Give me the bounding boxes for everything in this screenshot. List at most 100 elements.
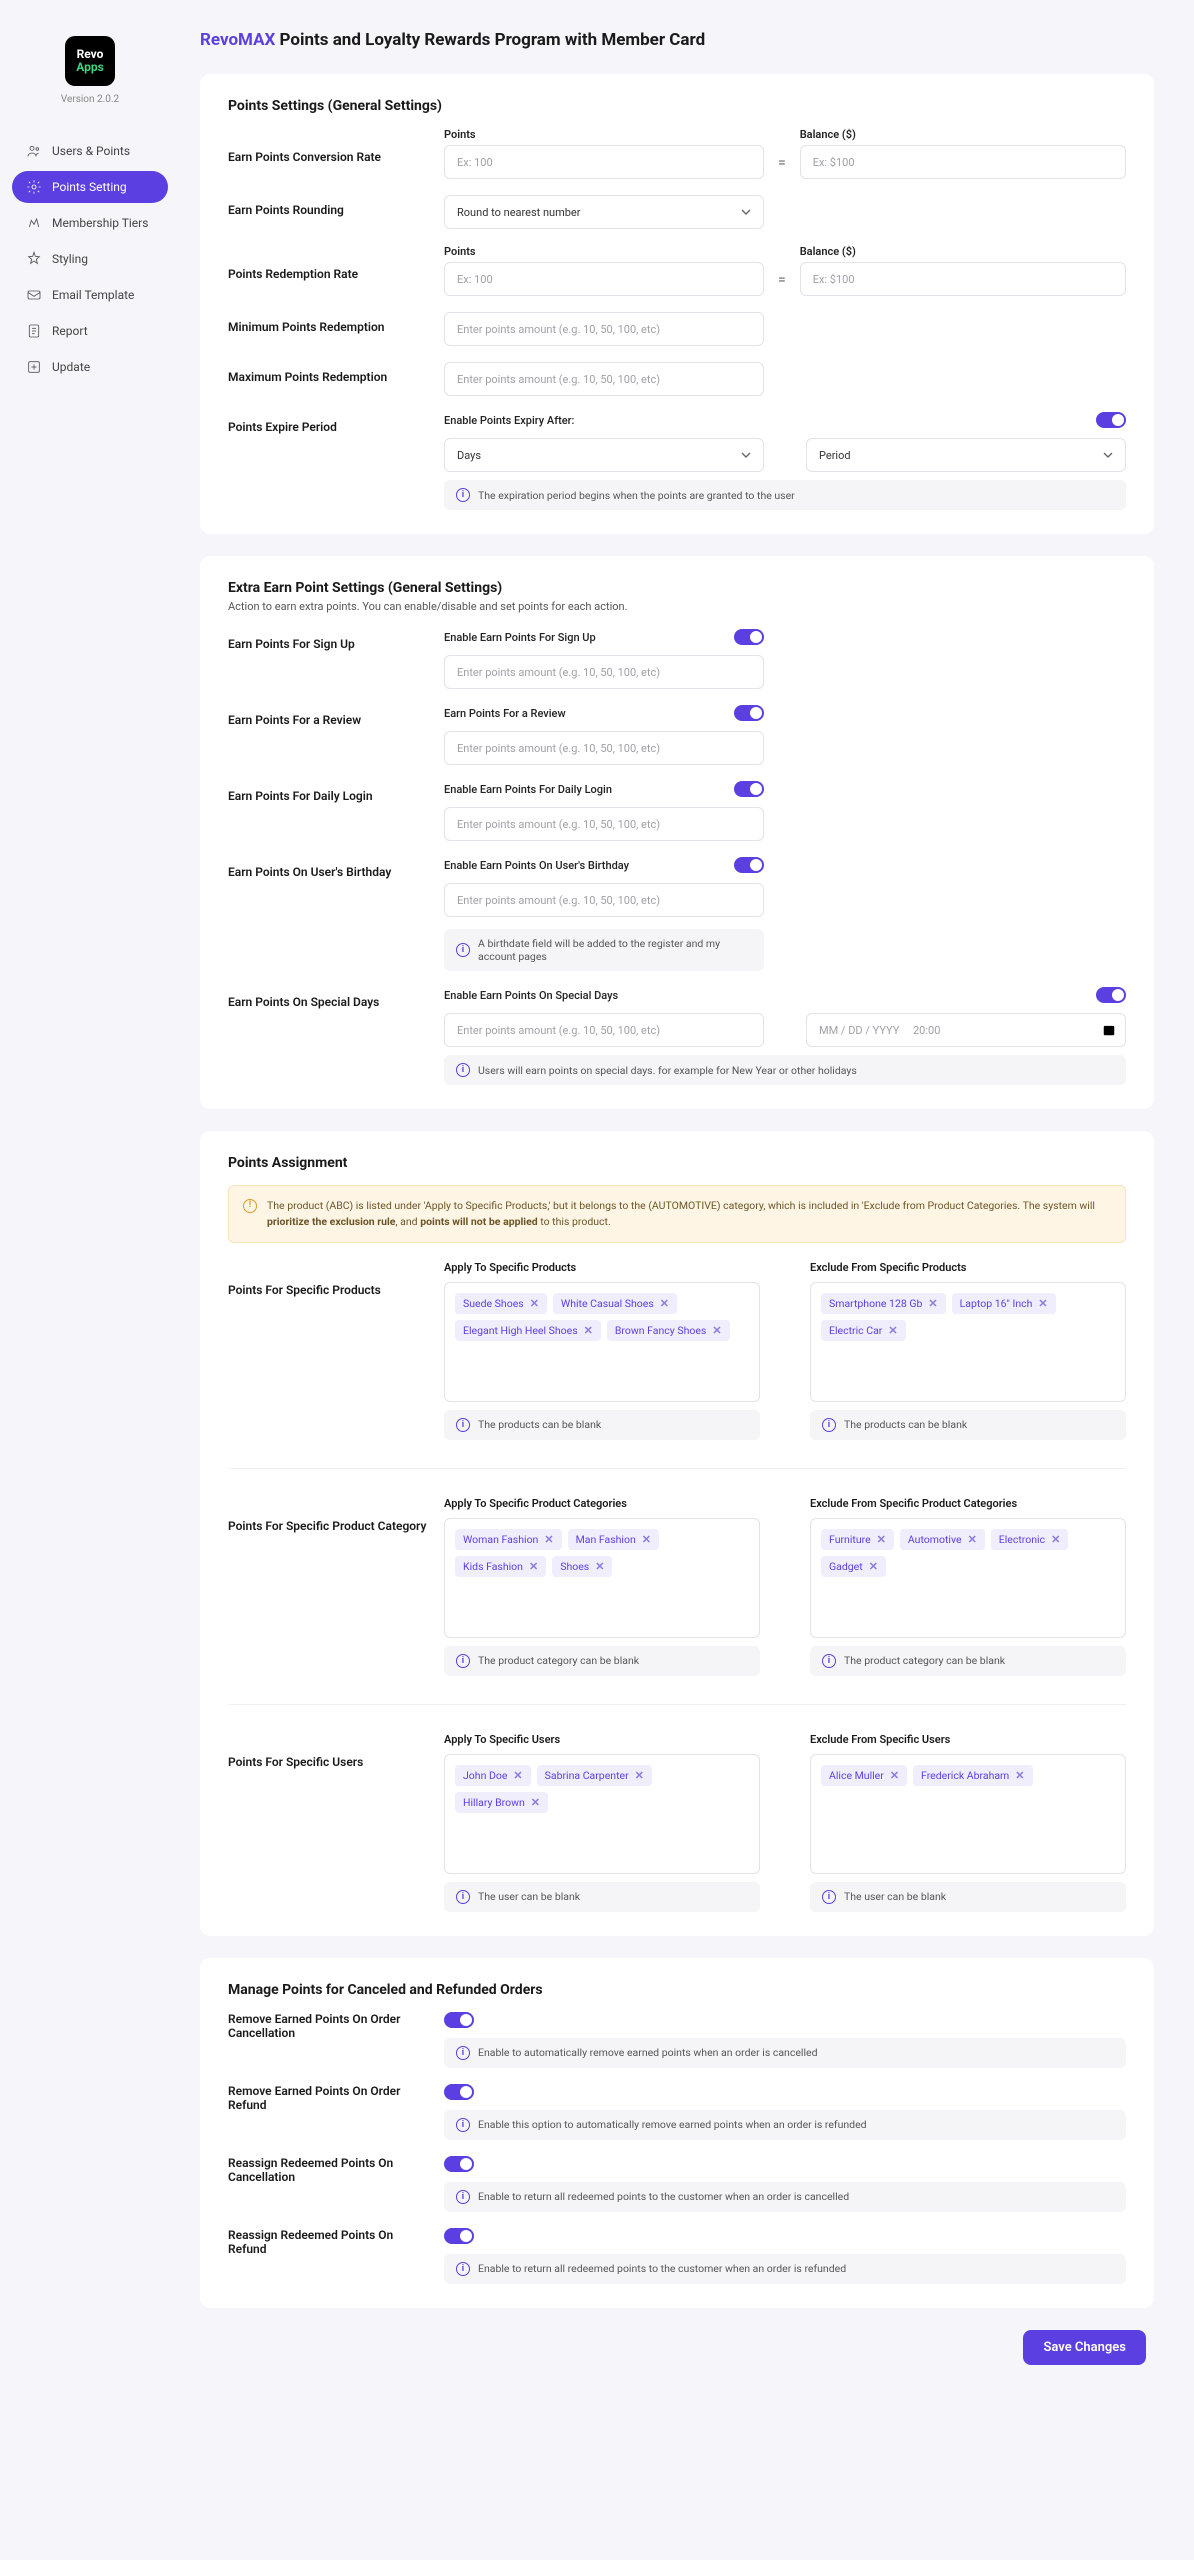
tag-remove-icon[interactable]: ✕ xyxy=(529,1560,538,1573)
tag-remove-icon[interactable]: ✕ xyxy=(869,1560,878,1573)
info-exclude-categories: The product category can be blank xyxy=(844,1654,1005,1667)
tag-remove-icon[interactable]: ✕ xyxy=(877,1533,886,1546)
toggle-manage-2[interactable] xyxy=(444,2156,474,2172)
tag[interactable]: Kids Fashion✕ xyxy=(455,1556,546,1577)
input-review-amount[interactable] xyxy=(444,731,764,765)
input-signup-amount[interactable] xyxy=(444,655,764,689)
tagbox-apply-products[interactable]: Suede Shoes✕ White Casual Shoes✕ Elegant H… xyxy=(444,1282,760,1402)
label-daily: Earn Points For Daily Login xyxy=(228,781,428,803)
tag[interactable]: John Doe✕ xyxy=(455,1765,531,1786)
toggle-daily[interactable] xyxy=(734,781,764,797)
select-expire-days[interactable]: Days xyxy=(444,438,764,472)
label-manage-1: Remove Earned Points On Order Refund xyxy=(228,2084,428,2112)
tagbox-apply-categories[interactable]: Woman Fashion✕ Man Fashion✕ Kids Fashion✕ S… xyxy=(444,1518,760,1638)
tag[interactable]: Man Fashion✕ xyxy=(568,1529,659,1550)
tag[interactable]: Woman Fashion✕ xyxy=(455,1529,562,1550)
tag[interactable]: Hillary Brown✕ xyxy=(455,1792,548,1813)
tag[interactable]: Suede Shoes✕ xyxy=(455,1293,547,1314)
tag-remove-icon[interactable]: ✕ xyxy=(584,1324,593,1337)
equals-icon-2: = xyxy=(778,272,786,296)
tag[interactable]: Elegant High Heel Shoes✕ xyxy=(455,1320,601,1341)
toggle-birthday[interactable] xyxy=(734,857,764,873)
tag-remove-icon[interactable]: ✕ xyxy=(642,1533,651,1546)
input-min-redemption[interactable] xyxy=(444,312,764,346)
tag[interactable]: Sabrina Carpenter✕ xyxy=(537,1765,652,1786)
info-icon: i xyxy=(456,488,470,502)
tag[interactable]: White Casual Shoes✕ xyxy=(553,1293,677,1314)
save-button[interactable]: Save Changes xyxy=(1023,2330,1146,2365)
tag[interactable]: Smartphone 128 Gb✕ xyxy=(821,1293,946,1314)
tag-remove-icon[interactable]: ✕ xyxy=(1015,1769,1024,1782)
nav-settings[interactable]: Points Setting xyxy=(12,171,168,203)
tag-remove-icon[interactable]: ✕ xyxy=(888,1324,897,1337)
report-icon xyxy=(26,323,42,339)
tag-remove-icon[interactable]: ✕ xyxy=(660,1297,669,1310)
tagbox-exclude-categories[interactable]: Furniture✕ Automotive✕ Electronic✕ Gadget✕ xyxy=(810,1518,1126,1638)
toggle-expire[interactable] xyxy=(1096,412,1126,428)
tag-remove-icon[interactable]: ✕ xyxy=(635,1769,644,1782)
tag-remove-icon[interactable]: ✕ xyxy=(595,1560,604,1573)
tag[interactable]: Shoes✕ xyxy=(552,1556,612,1577)
toggle-manage-3[interactable] xyxy=(444,2228,474,2244)
label-manage-2: Reassign Redeemed Points On Cancellation xyxy=(228,2156,428,2184)
tag-remove-icon[interactable]: ✕ xyxy=(928,1297,937,1310)
tagbox-exclude-users[interactable]: Alice Muller✕ Frederick Abraham✕ xyxy=(810,1754,1126,1874)
tag-remove-icon[interactable]: ✕ xyxy=(712,1324,721,1337)
select-rounding[interactable]: Round to nearest number xyxy=(444,195,764,229)
nav-label: Update xyxy=(52,360,90,374)
logo-text-2: Apps xyxy=(76,61,104,74)
info-icon: i xyxy=(456,1418,470,1432)
tag[interactable]: Alice Muller✕ xyxy=(821,1765,907,1786)
info-manage-3: Enable to return all redeemed points to … xyxy=(478,2262,846,2275)
label-balance-2: Balance ($) xyxy=(800,245,1126,258)
tag-remove-icon[interactable]: ✕ xyxy=(531,1796,540,1809)
tag[interactable]: Frederick Abraham✕ xyxy=(913,1765,1032,1786)
section2-sub: Action to earn extra points. You can ena… xyxy=(228,600,1126,613)
toggle-manage-1[interactable] xyxy=(444,2084,474,2100)
tag[interactable]: Brown Fancy Shoes✕ xyxy=(607,1320,730,1341)
toggle-manage-0[interactable] xyxy=(444,2012,474,2028)
tagbox-apply-users[interactable]: John Doe✕ Sabrina Carpenter✕ Hillary Brown… xyxy=(444,1754,760,1874)
toggle-special[interactable] xyxy=(1096,987,1126,1003)
nav-report[interactable]: Report xyxy=(12,315,168,347)
nav-styling[interactable]: Styling xyxy=(12,243,168,275)
nav-email[interactable]: Email Template xyxy=(12,279,168,311)
input-birthday-amount[interactable] xyxy=(444,883,764,917)
input-conversion-points[interactable] xyxy=(444,145,764,179)
tag[interactable]: Laptop 16" Inch✕ xyxy=(952,1293,1056,1314)
tag[interactable]: Electric Car✕ xyxy=(821,1320,906,1341)
toggle-review[interactable] xyxy=(734,705,764,721)
nav-tiers[interactable]: Membership Tiers xyxy=(12,207,168,239)
tagbox-exclude-products[interactable]: Smartphone 128 Gb✕ Laptop 16" Inch✕ Electr… xyxy=(810,1282,1126,1402)
tag-remove-icon[interactable]: ✕ xyxy=(1051,1533,1060,1546)
tag-remove-icon[interactable]: ✕ xyxy=(530,1297,539,1310)
nav-label: Points Setting xyxy=(52,180,127,194)
info-special-text: Users will earn points on special days. … xyxy=(478,1064,857,1077)
label-manage-0: Remove Earned Points On Order Cancellati… xyxy=(228,2012,428,2040)
input-special-amount[interactable] xyxy=(444,1013,764,1047)
tag-remove-icon[interactable]: ✕ xyxy=(544,1533,553,1546)
tag-remove-icon[interactable]: ✕ xyxy=(968,1533,977,1546)
select-expire-period[interactable]: Period xyxy=(806,438,1126,472)
input-redemption-balance[interactable] xyxy=(800,262,1126,296)
info-icon: i xyxy=(456,2046,470,2060)
tag-remove-icon[interactable]: ✕ xyxy=(513,1769,522,1782)
tag[interactable]: Gadget✕ xyxy=(821,1556,886,1577)
input-conversion-balance[interactable] xyxy=(800,145,1126,179)
input-special-date[interactable] xyxy=(806,1013,1126,1047)
info-icon: i xyxy=(456,1654,470,1668)
toggle-signup[interactable] xyxy=(734,629,764,645)
tag-remove-icon[interactable]: ✕ xyxy=(890,1769,899,1782)
tag-remove-icon[interactable]: ✕ xyxy=(1038,1297,1047,1310)
input-redemption-points[interactable] xyxy=(444,262,764,296)
tag[interactable]: Furniture✕ xyxy=(821,1529,894,1550)
nav-users[interactable]: Users & Points xyxy=(12,135,168,167)
label-review-toggle: Earn Points For a Review xyxy=(444,707,566,720)
nav-update[interactable]: Update xyxy=(12,351,168,383)
input-daily-amount[interactable] xyxy=(444,807,764,841)
info-icon: i xyxy=(822,1418,836,1432)
tag[interactable]: Electronic✕ xyxy=(991,1529,1069,1550)
label-special: Earn Points On Special Days xyxy=(228,987,428,1009)
tag[interactable]: Automotive✕ xyxy=(900,1529,985,1550)
input-max-redemption[interactable] xyxy=(444,362,764,396)
